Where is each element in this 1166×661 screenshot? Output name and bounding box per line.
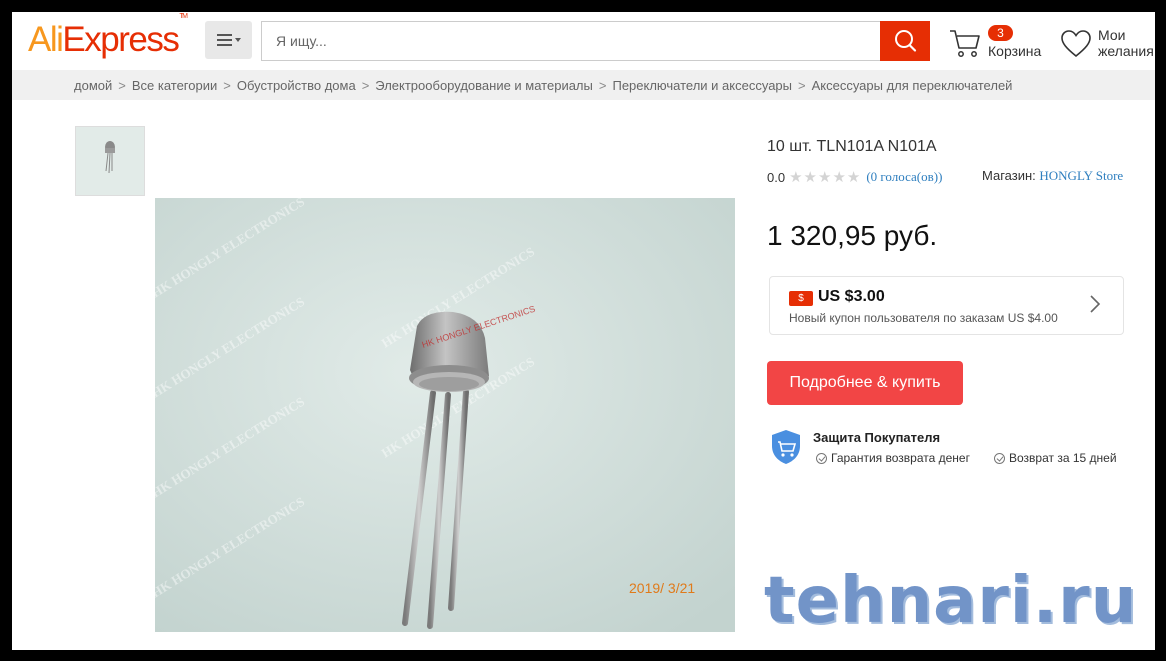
star-icon: ★	[832, 168, 846, 186]
rating-stars: ★ ★ ★ ★ ★	[789, 170, 860, 185]
coupon-description: Новый купон пользователя по заказам US $…	[789, 311, 1058, 325]
return-label: Возврат за 15 дней	[1009, 451, 1117, 465]
search-button[interactable]	[880, 21, 930, 61]
breadcrumb-separator: >	[598, 77, 607, 93]
rating-value: 0.0	[767, 169, 786, 185]
star-icon: ★	[803, 168, 817, 186]
breadcrumb-item[interactable]: Переключатели и аксессуары	[612, 78, 792, 93]
breadcrumb-item[interactable]: Все категории	[132, 78, 217, 93]
wishlist-link[interactable]: Мои желания	[1060, 25, 1155, 65]
breadcrumb-item[interactable]: Электрооборудование и материалы	[375, 78, 593, 93]
chevron-right-icon	[1090, 295, 1101, 313]
search-input[interactable]	[262, 22, 881, 60]
money-back-guarantee: Гарантия возврата денег	[816, 451, 970, 465]
coupon-card[interactable]: $ US $3.00 Новый купон пользователя по з…	[769, 276, 1124, 335]
cart-label: Корзина	[988, 43, 1042, 59]
star-icon: ★	[789, 168, 803, 186]
product-thumbnail[interactable]	[75, 126, 145, 196]
cart-count-badge: 3	[988, 25, 1013, 41]
photo-date-stamp: 2019/ 3/21	[629, 580, 695, 596]
heart-icon	[1061, 30, 1091, 58]
product-main-image[interactable]: HK HONGLY ELECTRONICS HK HONGLY ELECTRON…	[155, 198, 735, 632]
breadcrumb-separator: >	[798, 77, 806, 93]
cart-icon	[950, 30, 980, 57]
breadcrumb-separator: >	[223, 77, 231, 93]
store-info: Магазин: HONGLY Store	[982, 168, 1123, 184]
product-title: 10 шт. TLN101A N101A	[767, 138, 937, 155]
product-price: 1 320,95 руб.	[767, 220, 938, 251]
aliexpress-logo[interactable]: AliExpressTM	[28, 13, 188, 60]
star-icon: ★	[817, 168, 832, 186]
votes-link[interactable]: (0 голоса(ов))	[866, 169, 942, 185]
coupon-icon: $	[789, 291, 813, 306]
categories-menu-button[interactable]	[205, 21, 252, 59]
transistor-photo: HK HONGLY ELECTRONICS HK HONGLY ELECTRON…	[155, 198, 735, 632]
logo-tm: TM	[179, 13, 188, 21]
search-field[interactable]	[261, 21, 881, 61]
search-icon	[895, 30, 917, 52]
breadcrumb-separator: >	[361, 77, 370, 93]
logo-ali: Ali	[28, 20, 64, 59]
rating-row: 0.0 ★ ★ ★ ★ ★ (0 голоса(ов))	[767, 168, 942, 186]
breadcrumb-item[interactable]: Обустройство дома	[237, 78, 356, 93]
logo-express: Express	[62, 20, 179, 59]
breadcrumb-item[interactable]: домой	[74, 78, 112, 93]
buyer-protection-title: Защита Покупателя	[813, 430, 941, 445]
wishlist-label: Мои желания	[1098, 27, 1154, 59]
breadcrumb-item[interactable]: Аксессуары для переключателей	[812, 78, 1013, 93]
star-icon: ★	[846, 168, 861, 186]
breadcrumb-separator: >	[118, 77, 126, 93]
page-frame: AliExpressTM 3 Корзи	[12, 12, 1155, 650]
return-policy: Возврат за 15 дней	[994, 451, 1117, 465]
cart-link[interactable]: 3 Корзина	[948, 22, 1048, 62]
store-label: Магазин:	[982, 168, 1036, 183]
site-watermark: tehnari.ru	[764, 564, 1138, 638]
header: AliExpressTM 3 Корзи	[12, 12, 1155, 70]
breadcrumb: домой > Все категории > Обустройство дома >…	[12, 70, 1155, 100]
wishlist-label-line1: Мои	[1098, 27, 1126, 43]
buyer-protection-shield-icon	[772, 430, 800, 464]
coupon-amount: US $3.00	[818, 288, 885, 305]
menu-icon	[216, 34, 241, 46]
store-link[interactable]: HONGLY Store	[1039, 168, 1123, 183]
check-circle-icon	[816, 452, 827, 464]
check-circle-icon	[994, 452, 1005, 464]
guarantee-label: Гарантия возврата денег	[831, 451, 970, 465]
transistor-thumbnail-image	[76, 127, 144, 195]
buy-button[interactable]: Подробнее & купить	[767, 361, 963, 405]
wishlist-label-line2: желания	[1098, 43, 1154, 59]
